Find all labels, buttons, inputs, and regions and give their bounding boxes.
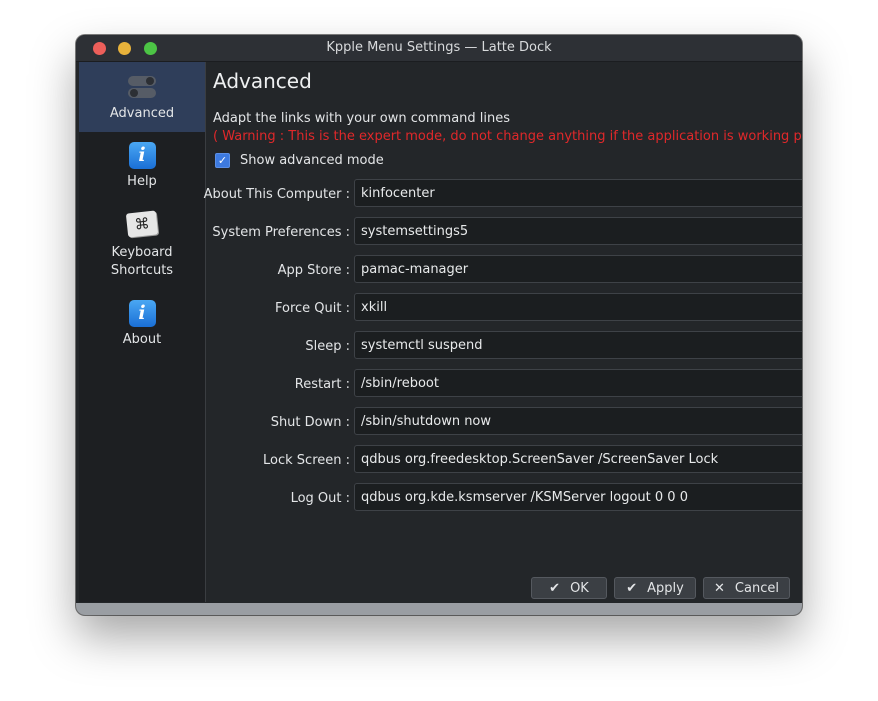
page-title: Advanced bbox=[213, 69, 312, 93]
system-preferences-input[interactable] bbox=[354, 217, 802, 245]
app-store-input[interactable] bbox=[354, 255, 802, 283]
sidebar-item-label: Keyboard bbox=[111, 245, 173, 260]
sidebar-item-label: Advanced bbox=[109, 106, 175, 121]
field-row-force-quit: Force Quit : bbox=[213, 293, 802, 323]
cancel-button-label: Cancel bbox=[734, 580, 779, 596]
info-icon: i bbox=[128, 300, 156, 327]
sidebar-item-label: Shortcuts bbox=[110, 263, 174, 278]
field-label: Sleep : bbox=[305, 339, 350, 354]
log-out-input[interactable] bbox=[354, 483, 802, 511]
field-row-about-this-computer: About This Computer : bbox=[204, 179, 802, 209]
check-icon: ✔ bbox=[626, 580, 638, 596]
apply-button-label: Apply bbox=[647, 580, 684, 596]
field-row-restart: Restart : bbox=[213, 369, 802, 399]
sidebar: Advanced i Help ⌘ Keyboard Shortcuts i A… bbox=[79, 62, 206, 602]
about-this-computer-input[interactable] bbox=[354, 179, 802, 207]
shut-down-input[interactable] bbox=[354, 407, 802, 435]
show-advanced-checkbox-row[interactable]: ✓ Show advanced mode bbox=[215, 153, 384, 168]
ok-button-label: OK bbox=[570, 580, 589, 596]
field-row-sleep: Sleep : bbox=[213, 331, 802, 361]
field-label: Restart : bbox=[294, 377, 350, 392]
field-row-shut-down: Shut Down : bbox=[213, 407, 802, 437]
sidebar-item-label: About bbox=[122, 332, 162, 347]
field-row-app-store: App Store : bbox=[213, 255, 802, 285]
sidebar-item-keyboard-shortcuts[interactable]: ⌘ Keyboard Shortcuts bbox=[79, 210, 205, 284]
show-advanced-label: Show advanced mode bbox=[240, 153, 384, 168]
field-label: Lock Screen : bbox=[263, 453, 350, 468]
field-label: About This Computer : bbox=[203, 187, 350, 202]
field-row-log-out: Log Out : bbox=[213, 483, 802, 513]
force-quit-input[interactable] bbox=[354, 293, 802, 321]
lock-screen-input[interactable] bbox=[354, 445, 802, 473]
field-row-system-preferences: System Preferences : bbox=[212, 217, 802, 247]
field-label: Shut Down : bbox=[270, 415, 350, 430]
sidebar-item-about[interactable]: i About bbox=[79, 300, 205, 356]
ok-button[interactable]: ✔ OK bbox=[531, 577, 607, 599]
field-label: System Preferences : bbox=[212, 225, 350, 240]
sidebar-item-label: Help bbox=[127, 174, 157, 189]
restart-input[interactable] bbox=[354, 369, 802, 397]
sleep-input[interactable] bbox=[354, 331, 802, 359]
close-icon: ✕ bbox=[714, 580, 725, 596]
title-bar[interactable]: Kpple Menu Settings — Latte Dock bbox=[76, 35, 802, 62]
window-title: Kpple Menu Settings — Latte Dock bbox=[326, 40, 552, 55]
description-text: Adapt the links with your own command li… bbox=[213, 111, 511, 126]
apply-button[interactable]: ✔ Apply bbox=[614, 577, 696, 599]
show-advanced-checkbox[interactable]: ✓ bbox=[215, 153, 230, 168]
sidebar-item-help[interactable]: i Help bbox=[79, 142, 205, 198]
main-panel: Advanced Adapt the links with your own c… bbox=[204, 62, 802, 602]
field-row-lock-screen: Lock Screen : bbox=[213, 445, 802, 475]
window-bottom-edge bbox=[76, 603, 802, 615]
field-label: Force Quit : bbox=[275, 301, 350, 316]
check-icon: ✔ bbox=[549, 580, 561, 596]
cancel-button[interactable]: ✕ Cancel bbox=[703, 577, 790, 599]
info-icon: i bbox=[128, 142, 156, 169]
settings-window: Kpple Menu Settings — Latte Dock Advance… bbox=[76, 35, 802, 615]
field-label: App Store : bbox=[277, 263, 350, 278]
toggle-switches-icon bbox=[128, 74, 156, 99]
sidebar-item-advanced[interactable]: Advanced bbox=[79, 62, 205, 132]
keyboard-command-icon: ⌘ bbox=[125, 210, 159, 238]
field-label: Log Out : bbox=[290, 491, 350, 506]
warning-text: ( Warning : This is the expert mode, do … bbox=[213, 129, 802, 144]
